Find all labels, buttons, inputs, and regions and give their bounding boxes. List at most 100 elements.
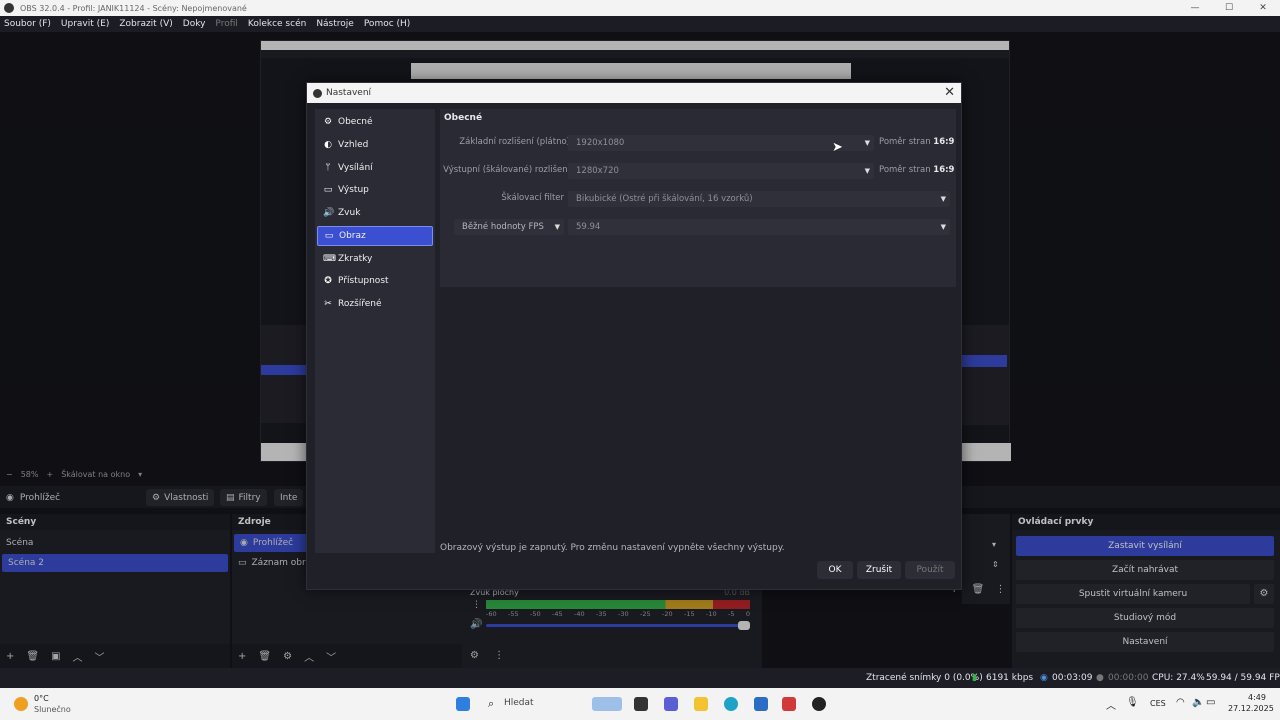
sidebar-item-label: Obecné — [338, 117, 373, 127]
scale-filter-label: Škálovací filter — [501, 193, 564, 203]
bitrate: 6191 kbps — [986, 673, 1034, 683]
close-window-button[interactable]: ✕ — [1246, 0, 1280, 16]
sidebar-item-label: Rozšířené — [338, 299, 382, 309]
monitor-icon: ▭ — [324, 231, 334, 241]
language-indicator[interactable]: CES — [1150, 699, 1166, 708]
antenna-icon: ᛘ — [325, 163, 331, 173]
dialog-title: Nastavení — [326, 88, 372, 98]
speaker-icon: 🔊 — [323, 208, 335, 218]
base-aspect: Poměr stran 16:9 — [879, 137, 954, 147]
store-icon[interactable] — [754, 697, 768, 711]
edge-icon[interactable] — [724, 697, 738, 711]
menu-scene-collection[interactable]: Kolekce scén — [248, 19, 306, 29]
sidebar-item-appearance[interactable]: ◐ Vzhled — [317, 135, 433, 155]
signal-icon: ▮ — [972, 673, 977, 683]
scale-filter-combo[interactable]: Bikubické (Ostré při škálování, 16 vzork… — [568, 191, 950, 207]
outputs-active-notice: Obrazový výstup je zapnutý. Pro změnu na… — [440, 543, 785, 553]
record-time: 00:00:00 — [1108, 673, 1149, 683]
fps-value-combo[interactable]: 59.94 ▼ — [568, 219, 950, 235]
menu-bar: Soubor (F) Upravit (E) Zobrazit (V) Doky… — [0, 16, 1280, 32]
apply-button[interactable]: Použít — [905, 561, 955, 579]
output-resolution-combo[interactable]: 1280x720 ▼ — [568, 163, 874, 179]
file-explorer-icon[interactable] — [694, 697, 708, 711]
weather-desc: Slunečno — [34, 705, 71, 714]
gear-icon: ⚙ — [323, 117, 333, 127]
sidebar-item-label: Zkratky — [338, 254, 373, 264]
sidebar-item-stream[interactable]: ᛘ Vysílání — [317, 158, 433, 178]
start-icon[interactable] — [456, 697, 470, 711]
keyboard-icon: ⌨ — [323, 254, 336, 264]
windows-taskbar: 0°C Slunečno ⌕ Hledat ︿ 🎙 CES ◠ 🔈 ▭ 4:49… — [0, 688, 1280, 720]
sidebar-item-video[interactable]: ▭ Obraz — [317, 226, 433, 246]
palette-icon: ◐ — [324, 140, 332, 150]
search-icon: ⌕ — [488, 697, 495, 710]
menu-docks[interactable]: Doky — [183, 19, 206, 29]
sidebar-item-hotkeys[interactable]: ⌨ Zkratky — [317, 249, 433, 269]
wifi-icon[interactable]: ◠ — [1176, 697, 1185, 708]
aspect-label: Poměr stran — [879, 165, 931, 175]
search-highlight-icon — [592, 697, 622, 711]
teams-icon[interactable] — [664, 697, 678, 711]
volume-icon[interactable]: 🔈 — [1192, 697, 1204, 708]
stream-time: 00:03:09 — [1052, 673, 1093, 683]
chevron-down-icon: ▼ — [554, 223, 560, 231]
battery-icon[interactable]: ▭ — [1206, 697, 1215, 708]
settings-sidebar: ⚙ Obecné ◐ Vzhled ᛘ Vysílání ▭ Výstup 🔊 Zvuk … — [315, 109, 435, 553]
weather-temp: 0°C — [34, 694, 49, 703]
record-icon: ● — [1096, 673, 1104, 683]
sidebar-item-label: Vysílání — [338, 163, 373, 173]
window-titlebar: OBS 32.0.4 - Profil: JANIK11124 - Scény:… — [0, 0, 1280, 16]
fps-value: 59.94 — [576, 222, 601, 232]
obs-logo-icon — [313, 88, 322, 98]
aspect-value: 16:9 — [933, 137, 955, 147]
menu-view[interactable]: Zobrazit (V) — [119, 19, 172, 29]
mic-icon[interactable]: 🎙 — [1126, 697, 1139, 708]
output-aspect: Poměr stran 16:9 — [879, 165, 954, 175]
aspect-label: Poměr stran — [879, 137, 931, 147]
base-resolution-combo[interactable]: 1920x1080 ▼ — [568, 135, 874, 151]
ok-button[interactable]: OK — [817, 561, 853, 579]
menu-edit[interactable]: Upravit (E) — [61, 19, 109, 29]
fps-type-value: Běžné hodnoty FPS — [462, 222, 544, 232]
sidebar-item-accessibility[interactable]: ✪ Přístupnost — [317, 271, 433, 291]
cancel-button[interactable]: Zrušit — [857, 561, 901, 579]
fps-type-combo[interactable]: Běžné hodnoty FPS ▼ — [454, 219, 564, 235]
clock-time[interactable]: 4:49 — [1248, 693, 1266, 702]
output-resolution-label: Výstupní (škálované) rozlišení — [443, 165, 570, 175]
aspect-value: 16:9 — [933, 165, 955, 175]
maximize-button[interactable]: ☐ — [1212, 0, 1246, 16]
obs-taskbar-icon[interactable] — [812, 697, 826, 711]
scale-filter-value: Bikubické (Ostré při škálování, 16 vzork… — [576, 194, 753, 204]
clock-date[interactable]: 27.12.2025 — [1228, 704, 1274, 713]
task-view-icon[interactable] — [634, 697, 648, 711]
close-icon[interactable]: ✕ — [944, 85, 955, 100]
output-icon: ▭ — [323, 185, 333, 195]
sidebar-item-audio[interactable]: 🔊 Zvuk — [317, 203, 433, 223]
menu-profile[interactable]: Profil — [215, 19, 237, 29]
menu-help[interactable]: Pomoc (H) — [364, 19, 411, 29]
output-resolution-value: 1280x720 — [576, 166, 619, 176]
sidebar-item-advanced[interactable]: ✂ Rozšířené — [317, 294, 433, 314]
menu-tools[interactable]: Nástroje — [316, 19, 354, 29]
chevron-down-icon: ▼ — [940, 195, 946, 203]
app-icon[interactable] — [782, 697, 796, 711]
chevron-down-icon: ▼ — [940, 223, 946, 231]
dropped-frames: Ztracené snímky 0 (0.0%) — [866, 673, 983, 683]
menu-file[interactable]: Soubor (F) — [4, 19, 51, 29]
minimize-button[interactable]: — — [1178, 0, 1212, 16]
base-resolution-label: Základní rozlišení (plátno) — [459, 137, 570, 147]
status-bar: Ztracené snímky 0 (0.0%) ▮ 6191 kbps ◉ 0… — [0, 668, 1280, 688]
dialog-titlebar: Nastavení ✕ — [307, 83, 961, 103]
sidebar-item-output[interactable]: ▭ Výstup — [317, 180, 433, 200]
sidebar-item-label: Zvuk — [338, 208, 361, 218]
sidebar-item-general[interactable]: ⚙ Obecné — [317, 112, 433, 132]
base-resolution-value: 1920x1080 — [576, 138, 625, 148]
fps-readout: 59.94 / 59.94 FPS — [1206, 673, 1280, 683]
search-box[interactable]: Hledat — [504, 698, 534, 708]
tools-icon: ✂ — [324, 299, 332, 309]
chevron-up-icon[interactable]: ︿ — [1106, 697, 1116, 712]
mouse-cursor-icon: ➤ — [832, 140, 843, 155]
section-title: Obecné — [444, 113, 483, 123]
sidebar-item-label: Vzhled — [338, 140, 369, 150]
weather-icon[interactable] — [14, 697, 28, 711]
